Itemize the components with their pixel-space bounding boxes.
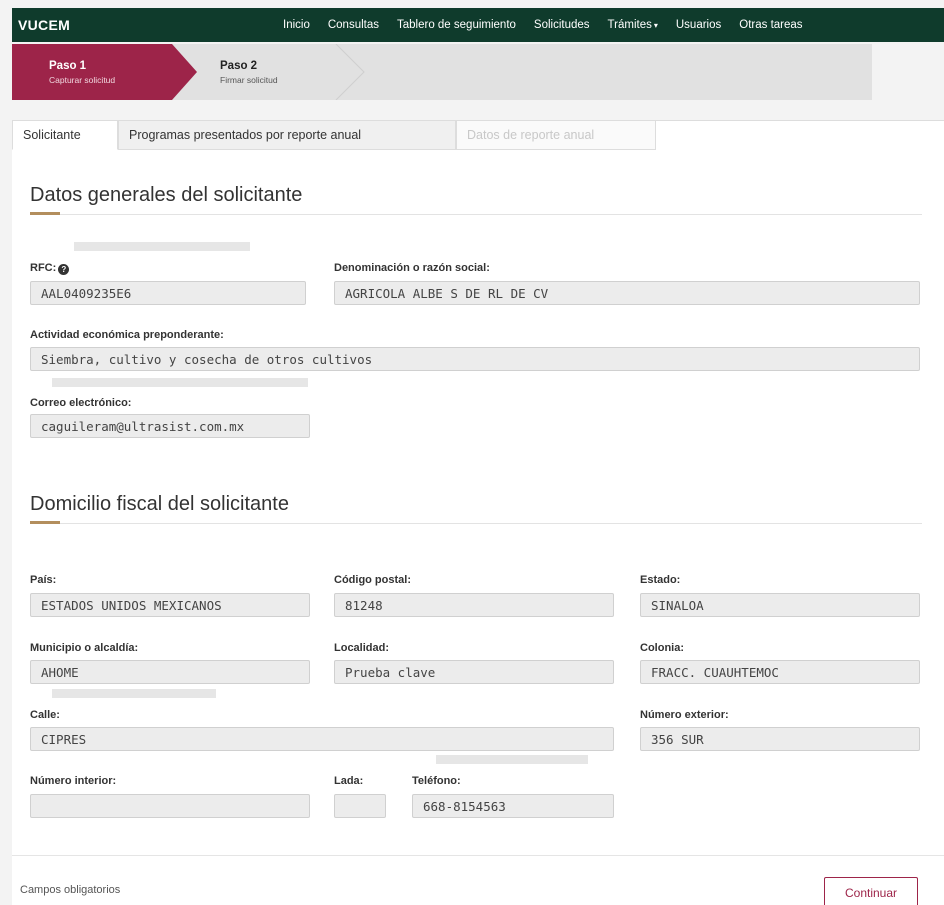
codigo-postal-label: Código postal:	[334, 574, 411, 586]
lada-field[interactable]	[334, 794, 386, 818]
nav-menu: Inicio Consultas Tablero de seguimiento …	[274, 8, 812, 42]
caret-down-icon: ▾	[653, 21, 658, 30]
section-divider	[30, 214, 922, 215]
calle-field[interactable]: CIPRES	[30, 727, 614, 751]
telefono-field[interactable]: 668-8154563	[412, 794, 614, 818]
redacted-bar	[52, 689, 216, 698]
tab-programas[interactable]: Programas presentados por reporte anual	[118, 120, 456, 150]
help-icon[interactable]: ?	[58, 264, 70, 275]
nav-tramites-label: Trámites	[607, 19, 652, 31]
step1-title: Paso 1	[49, 60, 87, 72]
nav-inicio[interactable]: Inicio	[274, 19, 319, 31]
localidad-label: Localidad:	[334, 642, 390, 654]
telefono-label: Teléfono:	[412, 775, 461, 787]
nav-tramites[interactable]: Trámites ▾	[599, 19, 667, 31]
nav-otras-tareas[interactable]: Otras tareas	[730, 19, 811, 31]
municipio-field[interactable]: AHOME	[30, 660, 310, 684]
numero-interior-field[interactable]	[30, 794, 310, 818]
footer-divider	[12, 855, 944, 856]
numero-interior-label: Número interior:	[30, 775, 117, 787]
estado-field[interactable]: SINALOA	[640, 593, 920, 617]
numero-exterior-field[interactable]: 356 SUR	[640, 727, 920, 751]
localidad-field[interactable]: Prueba clave	[334, 660, 614, 684]
wizard-steps: Paso 1 Capturar solicitud Paso 2 Firmar …	[12, 44, 872, 100]
section-title-general: Datos generales del solicitante	[30, 184, 303, 206]
calle-label: Calle:	[30, 709, 60, 721]
nav-tablero[interactable]: Tablero de seguimiento	[388, 19, 525, 31]
section-accent	[30, 212, 60, 215]
municipio-label: Municipio o alcaldía:	[30, 642, 139, 654]
redacted-bar	[52, 378, 308, 387]
section-title-domicilio: Domicilio fiscal del solicitante	[30, 493, 289, 515]
section-divider	[30, 523, 922, 524]
pais-label: País:	[30, 574, 57, 586]
continue-button[interactable]: Continuar	[824, 877, 918, 905]
redacted-bar	[436, 755, 588, 764]
tab-bar: Solicitante Programas presentados por re…	[12, 120, 656, 150]
estado-label: Estado:	[640, 574, 681, 586]
nav-solicitudes[interactable]: Solicitudes	[525, 19, 599, 31]
tab-solicitante[interactable]: Solicitante	[12, 120, 118, 150]
actividad-field[interactable]: Siembra, cultivo y cosecha de otros cult…	[30, 347, 920, 371]
section-accent	[30, 521, 60, 524]
lada-label: Lada:	[334, 775, 364, 787]
razon-social-label: Denominación o razón social:	[334, 262, 490, 274]
colonia-field[interactable]: FRACC. CUAUHTEMOC	[640, 660, 920, 684]
step1-subtitle: Capturar solicitud	[49, 75, 116, 85]
wizard-step-1	[12, 44, 197, 100]
nav-usuarios[interactable]: Usuarios	[667, 19, 730, 31]
step-separator-chevron	[335, 44, 365, 100]
step2-title: Paso 2	[220, 60, 258, 72]
rfc-label-text: RFC:	[30, 262, 57, 274]
top-navbar: VUCEM Inicio Consultas Tablero de seguim…	[12, 8, 944, 42]
rfc-label: RFC:?	[30, 262, 70, 275]
correo-field[interactable]: caguileram@ultrasist.com.mx	[30, 414, 310, 438]
tab-datos-reporte: Datos de reporte anual	[456, 120, 656, 150]
redacted-bar	[74, 242, 250, 251]
codigo-postal-field[interactable]: 81248	[334, 593, 614, 617]
colonia-label: Colonia:	[640, 642, 684, 654]
actividad-label: Actividad económica preponderante:	[30, 329, 224, 341]
correo-label: Correo electrónico:	[30, 397, 132, 409]
razon-social-field[interactable]: AGRICOLA ALBE S DE RL DE CV	[334, 281, 920, 305]
numero-exterior-label: Número exterior:	[640, 709, 729, 721]
brand-logo[interactable]: VUCEM	[18, 17, 70, 33]
nav-consultas[interactable]: Consultas	[319, 19, 388, 31]
campos-obligatorios-note: Campos obligatorios	[20, 884, 121, 896]
step2-subtitle: Firmar solicitud	[220, 75, 278, 85]
rfc-field[interactable]: AAL0409235E6	[30, 281, 306, 305]
pais-field[interactable]: ESTADOS UNIDOS MEXICANOS	[30, 593, 310, 617]
